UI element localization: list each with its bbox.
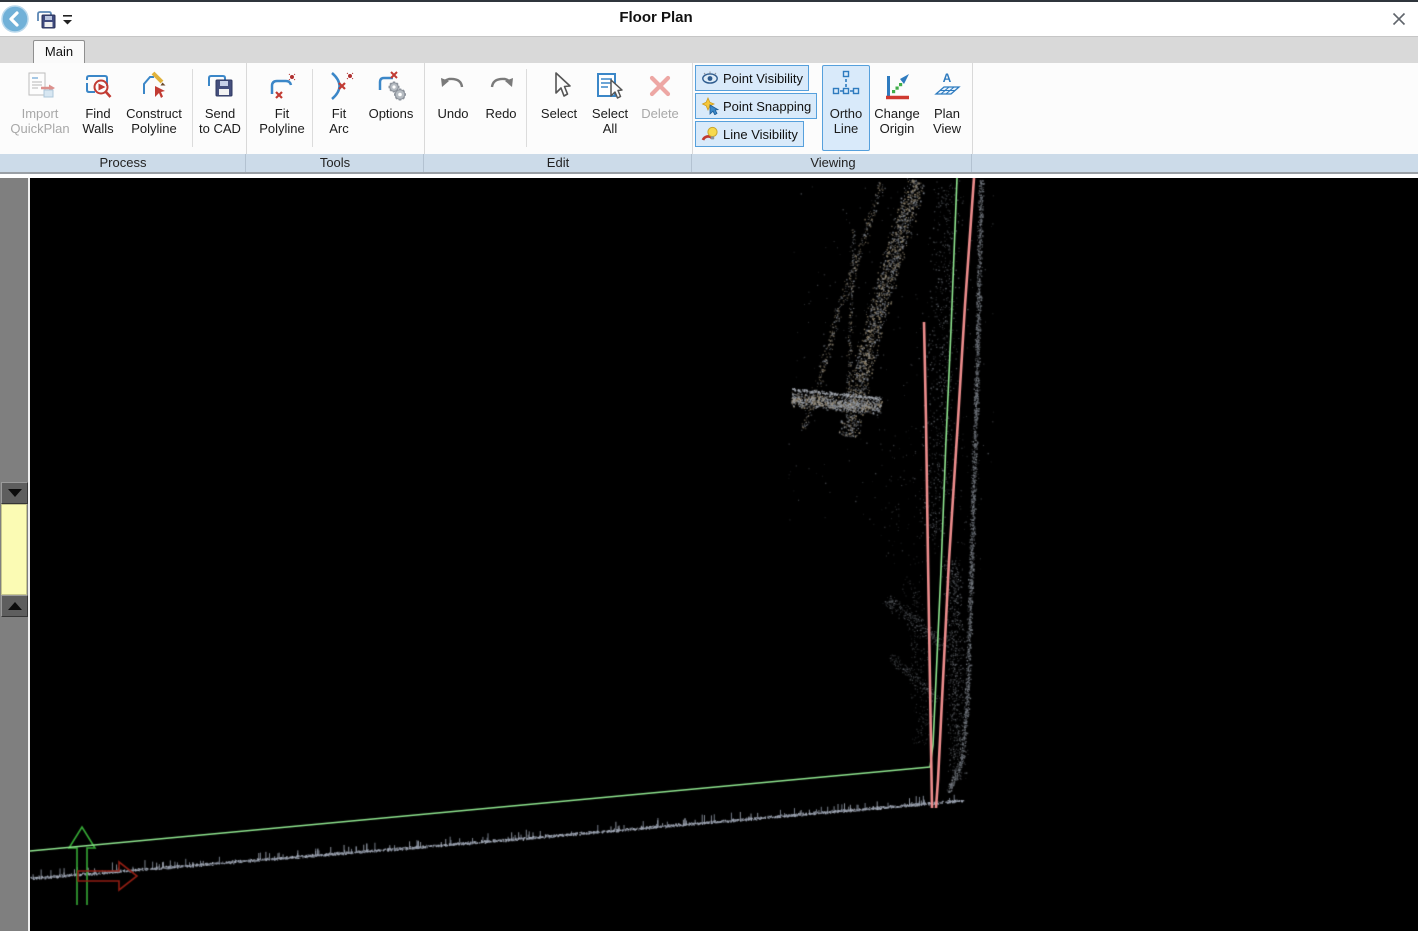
find-walls-label-2: Walls: [82, 121, 113, 136]
point-snapping-label: Point Snapping: [723, 99, 811, 114]
send-to-cad-label-1: Send: [205, 106, 235, 121]
change-origin-label-1: Change: [874, 106, 920, 121]
redo-icon: [485, 66, 517, 106]
undo-label-1: Undo: [437, 106, 468, 121]
ribbon-group-edit: Undo Redo Se: [424, 63, 693, 154]
line-visibility-label: Line Visibility: [723, 127, 798, 142]
change-origin-axes-icon: [881, 66, 913, 106]
triangle-up-icon: [8, 602, 22, 610]
fit-arc-label-1: Fit: [332, 106, 346, 121]
fit-polyline-icon: [266, 66, 298, 106]
viewing-toggles: Point Visibility Point Snapping Lin: [695, 65, 817, 149]
redo-button[interactable]: Redo: [478, 65, 524, 122]
elevation-range-highlight[interactable]: [1, 504, 27, 595]
ribbon-group-viewing: Point Visibility Point Snapping Lin: [692, 63, 973, 154]
import-quickplan-label-1: Import: [22, 106, 59, 121]
tab-strip: Main: [0, 37, 1418, 64]
plan-view-button[interactable]: A Plan View: [924, 65, 970, 137]
plan-view-label-1: Plan: [934, 106, 960, 121]
elevation-lower-handle-button[interactable]: [1, 595, 28, 617]
ribbon-group-tools: Fit Polyline Fit Arc: [246, 63, 425, 154]
elevation-slider-strip: [0, 178, 30, 931]
caption-separator: [423, 154, 424, 172]
fit-arc-icon: [323, 66, 355, 106]
triangle-down-icon: [8, 489, 22, 497]
select-button[interactable]: Select: [534, 65, 584, 122]
ribbon-group-process: Import QuickPlan Find Walls: [0, 63, 247, 154]
delete-label-1: Delete: [641, 106, 679, 121]
group-caption-tools: Tools: [320, 155, 350, 170]
ortho-line-icon: [830, 66, 862, 106]
ortho-line-label-2: Line: [834, 121, 859, 136]
select-all-label-1: Select: [592, 106, 628, 121]
options-gear-icon: [375, 66, 407, 106]
close-icon: [1388, 8, 1410, 30]
snap-star-icon: [701, 97, 719, 115]
import-quickplan-label-2: QuickPlan: [10, 121, 69, 136]
point-cloud-viewport[interactable]: [30, 178, 1418, 931]
select-all-icon: [594, 66, 626, 106]
tab-main[interactable]: Main: [33, 40, 85, 64]
find-walls-button[interactable]: Find Walls: [76, 65, 120, 137]
group-inner-separator: [192, 69, 193, 147]
delete-button[interactable]: Delete: [636, 65, 684, 122]
fit-polyline-button[interactable]: Fit Polyline: [252, 65, 312, 137]
construct-polyline-button[interactable]: Construct Polyline: [118, 65, 190, 137]
import-quickplan-button[interactable]: Import QuickPlan: [6, 65, 74, 137]
app-window: Floor Plan Main: [0, 0, 1418, 931]
group-caption-process: Process: [100, 155, 147, 170]
group-inner-separator: [526, 69, 527, 147]
line-visibility-toggle[interactable]: Line Visibility: [695, 121, 804, 147]
caption-separator: [971, 154, 972, 172]
select-cursor-icon: [543, 66, 575, 106]
plan-view-label-2: View: [933, 121, 961, 136]
send-to-cad-label-2: to CAD: [199, 121, 241, 136]
construct-polyline-label-2: Polyline: [131, 121, 177, 136]
group-inner-separator: [312, 69, 313, 147]
select-label-1: Select: [541, 106, 577, 121]
plan-view-icon: A: [931, 66, 963, 106]
construct-polyline-icon: [138, 66, 170, 106]
send-to-cad-button[interactable]: Send to CAD: [196, 65, 244, 137]
ribbon-caption-bar: Process Tools Edit Viewing: [0, 154, 1418, 172]
find-walls-label-1: Find: [85, 106, 110, 121]
change-origin-label-2: Origin: [880, 121, 915, 136]
undo-button[interactable]: Undo: [430, 65, 476, 122]
group-caption-viewing: Viewing: [810, 155, 855, 170]
select-all-label-2: All: [603, 121, 617, 136]
options-label-1: Options: [369, 106, 414, 121]
send-to-cad-icon: [204, 66, 236, 106]
options-button[interactable]: Options: [362, 65, 420, 122]
delete-x-icon: [644, 66, 676, 106]
fit-arc-label-2: Arc: [329, 121, 349, 136]
caption-separator: [691, 154, 692, 172]
svg-text:A: A: [943, 71, 952, 85]
change-origin-button[interactable]: Change Origin: [870, 65, 924, 137]
fit-polyline-label-2: Polyline: [259, 121, 305, 136]
redo-label-1: Redo: [485, 106, 516, 121]
group-caption-edit: Edit: [547, 155, 569, 170]
select-all-button[interactable]: Select All: [586, 65, 634, 137]
find-walls-icon: [82, 66, 114, 106]
titlebar: Floor Plan: [0, 2, 1418, 37]
point-visibility-toggle[interactable]: Point Visibility: [695, 65, 809, 91]
ortho-line-button[interactable]: Ortho Line: [822, 65, 870, 151]
caption-separator: [245, 154, 246, 172]
lightbulb-icon: [701, 125, 719, 143]
fit-arc-button[interactable]: Fit Arc: [316, 65, 362, 137]
undo-icon: [437, 66, 469, 106]
window-title: Floor Plan: [0, 9, 1312, 26]
ortho-line-label-1: Ortho: [830, 106, 863, 121]
construct-polyline-label-1: Construct: [126, 106, 182, 121]
ribbon: Import QuickPlan Find Walls: [0, 63, 1418, 174]
elevation-upper-handle-button[interactable]: [1, 482, 28, 504]
fit-polyline-label-1: Fit: [275, 106, 289, 121]
point-visibility-label: Point Visibility: [723, 71, 803, 86]
close-button[interactable]: [1388, 8, 1410, 30]
eye-icon: [701, 69, 719, 87]
point-snapping-toggle[interactable]: Point Snapping: [695, 93, 817, 119]
import-quickplan-icon: [24, 66, 56, 106]
